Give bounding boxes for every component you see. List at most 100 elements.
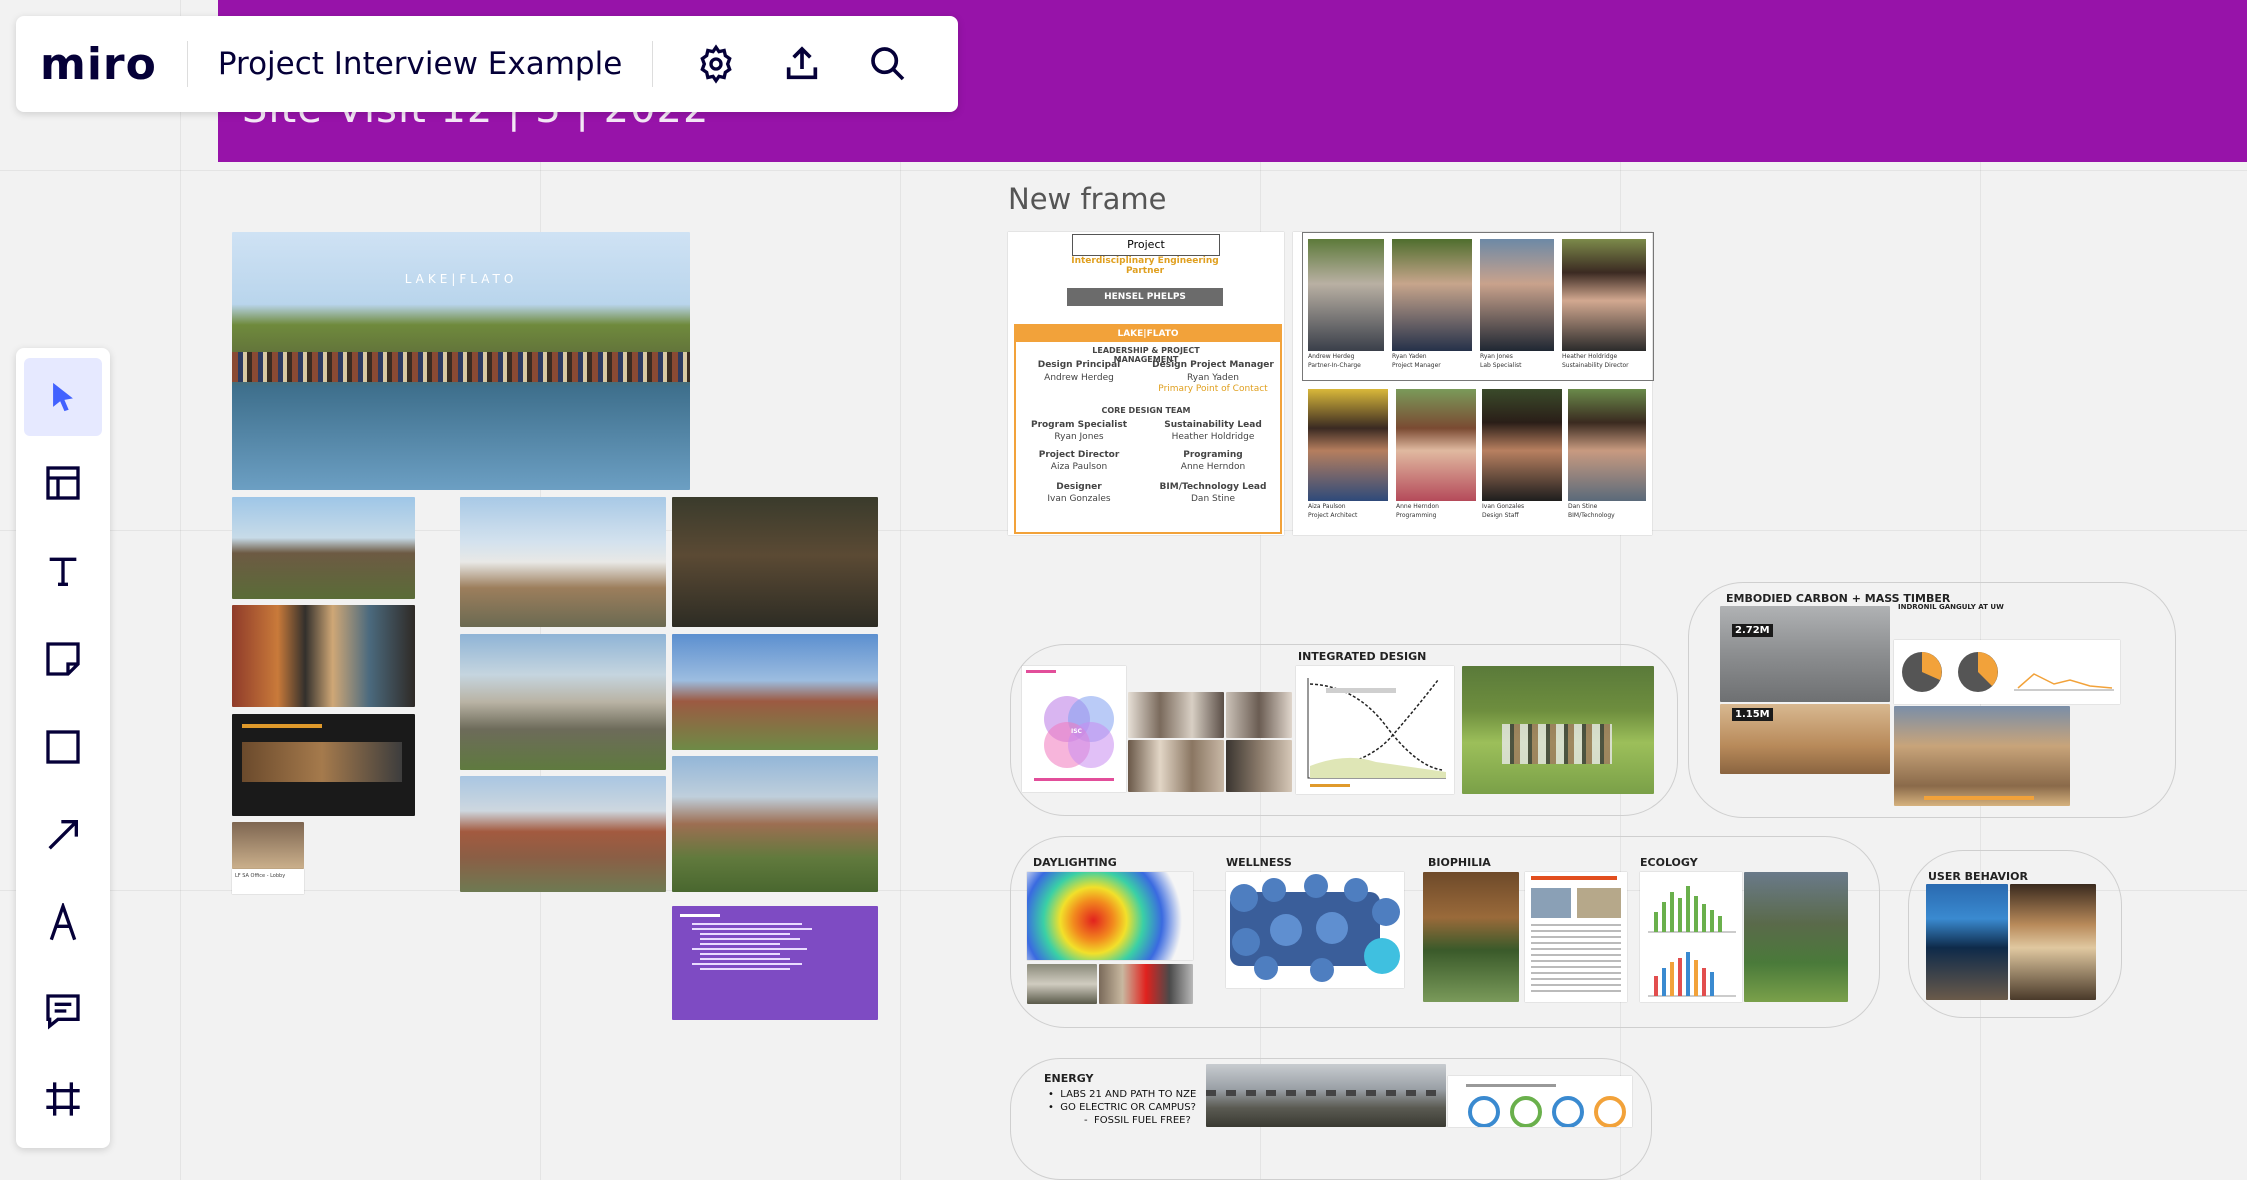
org-role: Sustainability Lead — [1164, 420, 1262, 430]
photo-timber-interior[interactable] — [1894, 706, 2070, 806]
portrait — [1308, 239, 1384, 351]
top-bar: miro Project Interview Example — [16, 16, 958, 112]
biophilia-title[interactable]: BIOPHILIA — [1428, 856, 1491, 869]
photo-brick-building[interactable] — [460, 776, 666, 892]
text-icon — [49, 557, 77, 586]
export-icon[interactable] — [779, 41, 825, 87]
team-member[interactable]: Dan Stine BIM/Technology — [1568, 389, 1646, 519]
user-behavior-title[interactable]: USER BEHAVIOR — [1928, 870, 2028, 883]
line-tool[interactable] — [24, 796, 102, 874]
org-person: Aiza Paulson — [1050, 462, 1108, 472]
settings-icon[interactable] — [693, 41, 739, 87]
carbon-pie-charts[interactable] — [1894, 640, 2120, 704]
member-name: Heather Holdridge — [1562, 353, 1618, 360]
photo-workshop-3[interactable] — [1128, 740, 1224, 792]
daylight-analysis[interactable] — [1027, 872, 1193, 960]
comment-icon — [46, 994, 80, 1030]
biophilia-patterns-doc[interactable] — [1525, 872, 1627, 1002]
photo-campus-aerial[interactable] — [672, 634, 878, 750]
energy-dial-charts[interactable] — [1448, 1076, 1632, 1128]
pen-tool[interactable] — [24, 884, 102, 962]
photo-dashboard-screen[interactable] — [1926, 884, 2008, 1000]
carbon-value-a: 2.72M — [1732, 624, 1773, 637]
agenda-card[interactable] — [672, 906, 878, 1020]
photo-biophilia-pavilion[interactable] — [1423, 872, 1519, 1002]
text-tool[interactable] — [24, 532, 102, 610]
photo-lobby[interactable] — [232, 822, 304, 869]
photo-concrete-structure[interactable]: 2.72M — [1720, 606, 1890, 702]
photo-white-building[interactable] — [460, 497, 666, 627]
photo-daylight-2[interactable] — [1099, 964, 1193, 1004]
member-name: Ryan Jones — [1480, 353, 1513, 360]
org-contractor-box: HENSEL PHELPS — [1067, 288, 1223, 306]
org-person: Heather Holdridge — [1171, 432, 1255, 442]
team-member[interactable]: Ryan Jones Lab Specialist — [1480, 239, 1554, 369]
org-firm-line: Interdisciplinary Engineering Partner — [1071, 256, 1219, 276]
energy-title[interactable]: ENERGY — [1044, 1072, 1093, 1085]
org-person: Ivan Gonzales — [1047, 494, 1111, 504]
member-name: Ryan Yaden — [1392, 353, 1427, 360]
photo-timber-structure[interactable]: 1.15M — [1720, 704, 1890, 774]
member-name: Anne Herndon — [1396, 503, 1439, 510]
org-person: Ryan Yaden — [1187, 373, 1239, 383]
select-tool[interactable] — [24, 358, 102, 436]
photo-workshop-2[interactable] — [1226, 692, 1292, 738]
org-role: Program Specialist — [1030, 420, 1128, 430]
integrated-design-title[interactable]: INTEGRATED DESIGN — [1298, 650, 1426, 663]
org-person: Dan Stine — [1191, 494, 1235, 504]
lobby-card[interactable]: LF SA Office - Lobby — [232, 869, 304, 894]
wellness-diagram[interactable] — [1226, 872, 1404, 988]
org-role: Design Project Manager — [1152, 360, 1274, 370]
org-architect-header: LAKE|FLATO — [1016, 326, 1280, 342]
photo-ecology-garden[interactable] — [1744, 872, 1848, 1002]
frame-label[interactable]: New frame — [1008, 182, 1166, 216]
photo-pavilion[interactable] — [232, 497, 415, 599]
org-note: Primary Point of Contact — [1158, 384, 1268, 394]
search-icon[interactable] — [865, 41, 911, 87]
photo-interior-collage[interactable] — [232, 605, 415, 707]
photo-daylight-1[interactable] — [1027, 964, 1097, 1004]
ecology-title[interactable]: ECOLOGY — [1640, 856, 1698, 869]
energy-item: - FOSSIL FUEL FREE? — [1084, 1115, 1191, 1126]
wellness-title[interactable]: WELLNESS — [1226, 856, 1292, 869]
org-role: BIM/Technology Lead — [1159, 482, 1267, 492]
photo-energy-building[interactable] — [1206, 1064, 1446, 1127]
miro-logo[interactable]: miro — [40, 39, 157, 90]
team-member[interactable]: Heather Holdridge Sustainability Directo… — [1562, 239, 1646, 369]
hero-photo[interactable]: LAKE|FLATO — [232, 232, 690, 490]
photo-workshop-4[interactable] — [1226, 740, 1292, 792]
org-chart-card[interactable]: Project Interdisciplinary Engineering Pa… — [1008, 232, 1284, 535]
ecology-charts[interactable] — [1640, 872, 1742, 1002]
sticky-note-tool[interactable] — [24, 620, 102, 698]
photo-glass-building[interactable] — [460, 634, 666, 770]
photo-campus-trees[interactable] — [672, 756, 878, 892]
team-member[interactable]: Ivan Gonzales Design Staff — [1482, 389, 1562, 519]
portrait — [1396, 389, 1476, 501]
comment-tool[interactable] — [24, 972, 102, 1050]
cursor-icon — [53, 382, 73, 412]
frame-tool[interactable] — [24, 1060, 102, 1138]
templates-tool[interactable] — [24, 444, 102, 522]
shape-tool[interactable] — [24, 708, 102, 786]
arrow-icon — [48, 820, 78, 850]
org-role: Designer — [1056, 482, 1102, 492]
team-member[interactable]: Ryan Yaden Project Manager — [1392, 239, 1472, 369]
org-project-box: Project — [1072, 234, 1220, 256]
org-role: Programing — [1183, 450, 1243, 460]
photo-atrium[interactable] — [2010, 884, 2096, 1000]
team-member[interactable]: Andrew Herdeg Partner-In-Charge — [1308, 239, 1384, 369]
design-curve-chart[interactable] — [1296, 666, 1454, 794]
layout-icon — [46, 466, 80, 500]
org-role: Project Director — [1038, 450, 1120, 460]
photo-presentation-slide[interactable] — [232, 714, 415, 816]
team-member[interactable]: Anne Herndon Programming — [1396, 389, 1476, 519]
photo-forest-building[interactable] — [672, 497, 878, 627]
org-person: Anne Herndon — [1180, 462, 1246, 472]
photo-workshop-1[interactable] — [1128, 692, 1224, 738]
venn-diagram[interactable]: ISC — [1022, 666, 1126, 792]
board-name[interactable]: Project Interview Example — [218, 46, 622, 82]
daylighting-title[interactable]: DAYLIGHTING — [1033, 856, 1117, 869]
team-member[interactable]: Aiza Paulson Project Architect — [1308, 389, 1388, 519]
photo-outdoor-class[interactable] — [1462, 666, 1654, 794]
indronil-title[interactable]: INDRONIL GANGULY AT UW — [1898, 603, 2004, 611]
